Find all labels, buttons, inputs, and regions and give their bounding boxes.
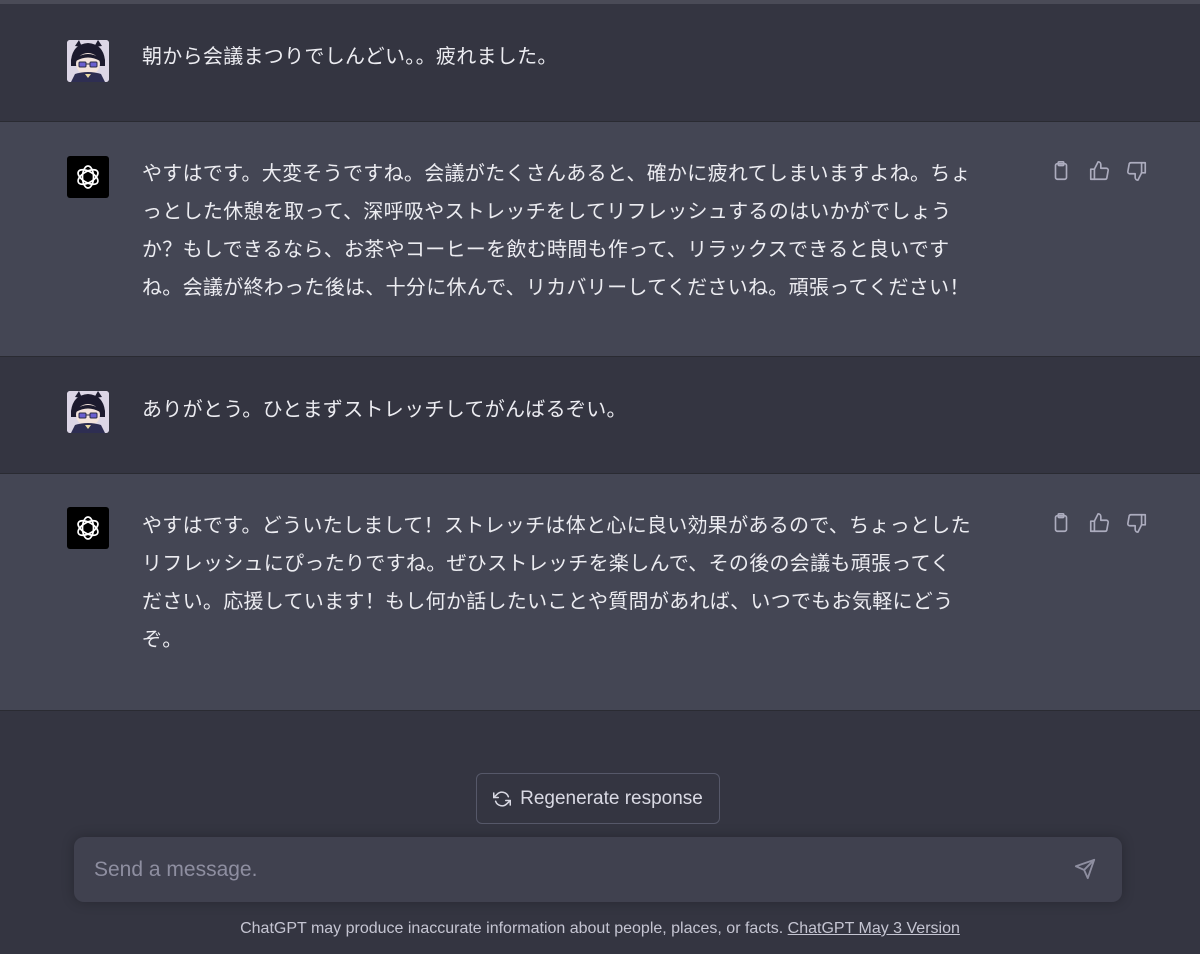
message-input[interactable] [94,837,1054,902]
user-avatar-image [67,391,109,433]
text-line: か？もしできるなら、お茶やコーヒーを飲む時間も作って、リラックスできると良いです [142,237,950,261]
user-message: ありがとう。ひとまずストレッチしてがんばるぞい。 [0,357,1200,474]
assistant-message: やすはです。どういたしまして！ストレッチは体と心に良い効果があるので、ちょっとし… [0,474,1200,711]
thumbs-up-icon[interactable] [1088,160,1112,184]
user-message: 朝から会議まつりでしんどい。。疲れました。 [0,4,1200,122]
thumbs-up-icon[interactable] [1088,512,1112,536]
assistant-avatar [67,507,109,549]
message-actions [1050,512,1160,536]
user-avatar-image [67,40,109,82]
refresh-icon [493,790,512,807]
assistant-message-text: やすはです。大変そうですね。会議がたくさんあると、確かに疲れてしまいますよね。ち… [142,154,1042,306]
text-line: ね。会議が終わった後は、十分に休んで、リカバリーしてくださいね。頑張ってください… [142,275,970,299]
user-avatar [67,40,109,82]
assistant-avatar [67,156,109,198]
regenerate-label: Regenerate response [520,787,703,809]
copy-icon[interactable] [1050,160,1074,184]
message-actions [1050,160,1160,184]
openai-logo-icon [77,165,99,189]
text-line: っとした休憩を取って、深呼吸やストレッチをしてリフレッシュするのはいかがでしょう [142,199,952,223]
openai-logo-icon [77,516,99,540]
user-message-text: ありがとう。ひとまずストレッチしてがんばるぞい。 [142,397,627,421]
text-line: ぞ。 [142,627,183,651]
send-icon[interactable] [1074,858,1098,882]
assistant-message-text: やすはです。どういたしまして！ストレッチは体と心に良い効果があるので、ちょっとし… [142,506,1042,658]
version-link[interactable]: ChatGPT May 3 Version [788,920,960,937]
user-message-text: 朝から会議まつりでしんどい。。疲れました。 [142,44,558,68]
text-line: やすはです。どういたしまして！ストレッチは体と心に良い効果があるので、ちょっとし… [142,513,971,537]
thumbs-down-icon[interactable] [1126,160,1150,184]
user-avatar [67,391,109,433]
disclaimer-text: ChatGPT may produce inaccurate informati… [240,920,784,937]
assistant-message: やすはです。大変そうですね。会議がたくさんあると、確かに疲れてしまいますよね。ち… [0,122,1200,357]
thumbs-down-icon[interactable] [1126,512,1150,536]
footer-disclaimer: ChatGPT may produce inaccurate informati… [0,920,1200,938]
message-composer [74,837,1122,902]
text-line: リフレッシュにぴったりですね。ぜひストレッチを楽しんで、その後の会議も頑張ってく [142,551,951,575]
regenerate-response-button[interactable]: Regenerate response [476,773,720,824]
copy-icon[interactable] [1050,512,1074,536]
text-line: ださい。応援しています！もし何か話したいことや質問があれば、いつでもお気軽にどう [142,589,954,613]
text-line: やすはです。大変そうですね。会議がたくさんあると、確かに疲れてしまいますよね。ち… [142,161,971,185]
